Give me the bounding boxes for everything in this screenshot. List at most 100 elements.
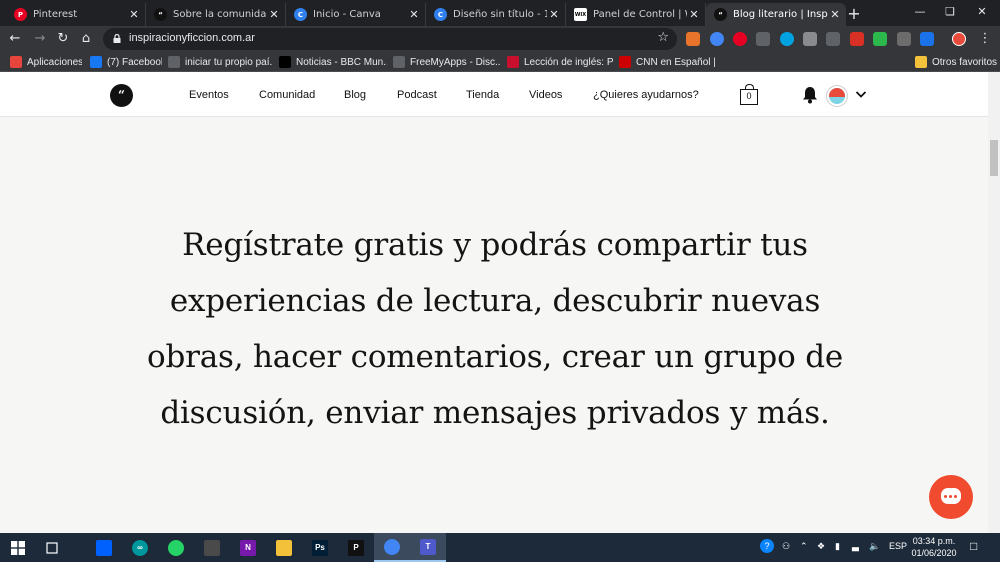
nav-tienda[interactable]: Tienda — [466, 89, 499, 101]
bookmark-label: FreeMyApps - Disc... — [410, 56, 501, 68]
bookmark-item[interactable]: Aplicaciones — [10, 55, 82, 69]
close-tab-icon[interactable]: ✕ — [828, 8, 842, 21]
windows-taskbar: ∞ N Ps P T ? ⚇ ⌃ ❖ ▮ ▃ 🔈 ESP 03:34 p.m. 01/0… — [0, 533, 1000, 562]
user-avatar[interactable] — [827, 86, 847, 106]
close-tab-icon[interactable]: ✕ — [267, 8, 281, 21]
nav-eventos[interactable]: Eventos — [189, 89, 229, 101]
clock-time: 03:34 p.m. — [912, 536, 956, 546]
onenote-taskbar-button[interactable]: N — [230, 533, 266, 562]
whatsapp-taskbar-button[interactable] — [158, 533, 194, 562]
start-button[interactable] — [0, 533, 36, 562]
chat-button[interactable] — [929, 475, 973, 519]
dropbox-extension-icon[interactable] — [756, 32, 770, 46]
pdf-extension-icon[interactable] — [850, 32, 864, 46]
browser-tab[interactable]: “ Blog literario | Inspiraci✕ — [706, 3, 846, 26]
bookmark-item[interactable]: Lección de inglés: P... — [507, 55, 613, 69]
browser-tab[interactable]: C Diseño sin título - 1366✕ — [426, 3, 566, 26]
back-button[interactable]: ← — [6, 30, 24, 48]
home-button[interactable]: ⌂ — [77, 30, 95, 48]
bookmark-item[interactable]: FreeMyApps - Disc... — [393, 55, 501, 69]
close-tab-icon[interactable]: ✕ — [547, 8, 561, 21]
arduino-taskbar-button[interactable]: ∞ — [122, 533, 158, 562]
teams-taskbar-button[interactable]: T — [410, 533, 446, 562]
profile-avatar-icon[interactable] — [952, 32, 966, 46]
site-logo-icon: “ — [154, 8, 167, 21]
volume-icon[interactable]: 🔈 — [869, 541, 880, 552]
app-p-taskbar-icon: P — [348, 539, 364, 556]
canva-icon: C — [294, 8, 307, 21]
extension-icon[interactable] — [780, 32, 794, 46]
forward-button[interactable]: → — [31, 30, 49, 48]
tab-title: Diseño sin título - 1366 — [453, 9, 547, 20]
address-bar[interactable]: inspiracionyficcion.com.ar ☆ — [103, 28, 677, 50]
bookmark-star-icon[interactable]: ☆ — [657, 30, 669, 45]
browser-tab[interactable]: P Pinterest ✕ — [6, 3, 146, 26]
chrome-taskbar-button[interactable] — [374, 533, 410, 562]
battery-icon[interactable]: ▮ — [835, 541, 840, 552]
extension-icon[interactable] — [826, 32, 840, 46]
bell-icon[interactable] — [802, 86, 818, 104]
bookmark-label: CNN en Español | C... — [636, 56, 719, 68]
evernote-extension-icon[interactable] — [873, 32, 887, 46]
nav-videos[interactable]: Videos — [529, 89, 562, 101]
wix-icon: WIX — [574, 8, 587, 21]
bookmark-item[interactable]: iniciar tu propio paí... — [168, 55, 273, 69]
bookmark-label: iniciar tu propio paí... — [185, 56, 273, 68]
close-window-button[interactable]: ✕ — [967, 2, 997, 22]
bookmarks-bar: Aplicaciones (7) Facebook iniciar tu propi… — [0, 52, 1000, 72]
new-tab-button[interactable]: + — [846, 4, 862, 23]
onenote-taskbar-icon: N — [240, 539, 256, 556]
close-tab-icon[interactable]: ✕ — [687, 8, 701, 21]
dropbox-tray-icon[interactable]: ❖ — [817, 541, 825, 552]
nav-blog[interactable]: Blog — [344, 89, 366, 101]
tab-title: Panel de Control | Wix.c — [593, 9, 687, 20]
bookmark-item[interactable]: Noticias - BBC Mun... — [279, 55, 387, 69]
browser-tab[interactable]: “ Sobre la comunidad | IF✕ — [146, 3, 286, 26]
extension-icon[interactable] — [803, 32, 817, 46]
browser-menu-icon[interactable]: ⋮ — [976, 30, 994, 48]
pinterest-extension-icon[interactable] — [733, 32, 747, 46]
close-tab-icon[interactable]: ✕ — [407, 8, 421, 21]
other-bookmarks-folder[interactable]: Otros favoritos — [915, 55, 997, 69]
browser-tab[interactable]: WIX Panel de Control | Wix.c✕ — [566, 3, 706, 26]
extension-icon[interactable] — [897, 32, 911, 46]
chevron-down-icon[interactable] — [855, 89, 867, 99]
dropbox-taskbar-button[interactable] — [86, 533, 122, 562]
bookmark-item[interactable]: (7) Facebook — [90, 55, 162, 69]
photoshop-taskbar-icon: Ps — [312, 539, 328, 556]
help-icon[interactable]: ? — [760, 539, 774, 553]
clock-date: 01/06/2020 — [911, 548, 957, 558]
extension-icon[interactable] — [920, 32, 934, 46]
extension-icon[interactable] — [710, 32, 724, 46]
nav-podcast[interactable]: Podcast — [397, 89, 437, 101]
signup-hero-text: Regístrate gratis y podrás compartir tus… — [147, 227, 843, 431]
restore-button[interactable]: ❏ — [935, 2, 965, 22]
people-icon[interactable]: ⚇ — [782, 541, 790, 552]
nav-quieres-ayudarnos[interactable]: ¿Quieres ayudarnos? — [593, 89, 699, 101]
clock[interactable]: 03:34 p.m. 01/06/2020 — [905, 535, 963, 559]
nav-comunidad[interactable]: Comunidad — [259, 89, 315, 101]
bookmark-icon — [10, 56, 22, 68]
app-p-taskbar-button[interactable]: P — [338, 533, 374, 562]
bookmark-icon — [507, 56, 519, 68]
task-view-button[interactable] — [34, 533, 70, 562]
file-explorer-taskbar-button[interactable] — [266, 533, 302, 562]
notifications-icon[interactable]: □ — [970, 539, 977, 553]
tray-overflow-icon[interactable]: ⌃ — [800, 541, 808, 552]
pinterest-icon: P — [14, 8, 27, 21]
photoshop-taskbar-button[interactable]: Ps — [302, 533, 338, 562]
site-logo[interactable]: “ — [110, 84, 133, 107]
reload-button[interactable]: ↻ — [54, 30, 72, 48]
scrollbar-thumb[interactable] — [990, 140, 998, 176]
minimize-button[interactable]: — — [905, 2, 935, 22]
network-icon[interactable]: ▃ — [852, 541, 859, 552]
cart-count: 0 — [746, 91, 752, 101]
browser-tab[interactable]: C Inicio - Canva ✕ — [286, 3, 426, 26]
bookmark-item[interactable]: CNN en Español | C... — [619, 55, 719, 69]
windows-icon — [11, 540, 25, 555]
canva-icon: C — [434, 8, 447, 21]
close-tab-icon[interactable]: ✕ — [127, 8, 141, 21]
calculator-taskbar-button[interactable] — [194, 533, 230, 562]
extension-icon[interactable] — [686, 32, 700, 46]
cart-button[interactable]: 0 — [740, 84, 758, 105]
